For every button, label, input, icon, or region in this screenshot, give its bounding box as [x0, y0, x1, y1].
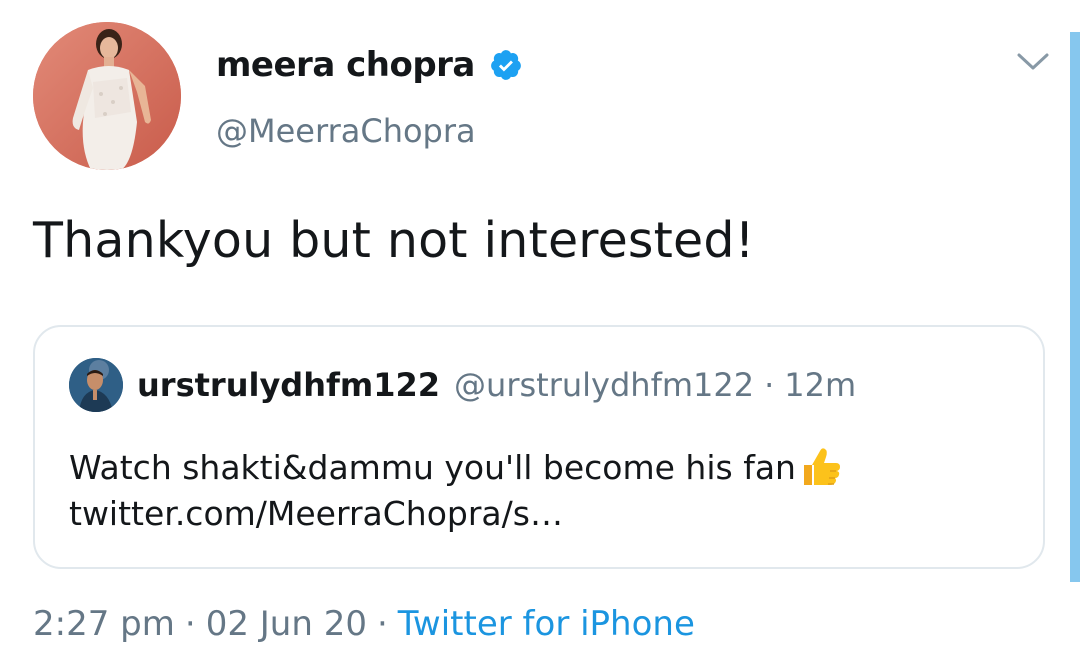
author-avatar-image	[33, 22, 181, 170]
quoted-tweet-header: urstrulydhfm122 @urstrulydhfm122 · 12m	[69, 357, 856, 413]
tweet-detail: meera chopra @MeerraChopra Thankyou but …	[0, 0, 1080, 658]
meta-separator: ·	[184, 604, 196, 644]
author-handle[interactable]: @MeerraChopra	[216, 112, 476, 150]
tweet-source-link[interactable]: Twitter for iPhone	[398, 604, 695, 644]
verified-badge-icon	[489, 48, 523, 82]
quoted-tweet-card[interactable]: urstrulydhfm122 @urstrulydhfm122 · 12m W…	[33, 325, 1045, 569]
author-name-row[interactable]: meera chopra	[216, 40, 523, 90]
quoted-tweet-body: Watch shakti&dammu you'll become his fan…	[69, 443, 844, 537]
tweet-text: Thankyou but not interested!	[33, 212, 755, 269]
quoted-tweet-text: Watch shakti&dammu you'll become his fan	[69, 448, 796, 487]
meta-separator: ·	[376, 604, 388, 644]
quoted-author-avatar-image	[69, 358, 123, 412]
tweet-meta: 2:27 pm · 02 Jun 20 · Twitter for iPhone	[33, 604, 695, 644]
quoted-tweet-link[interactable]: twitter.com/MeerraChopra/s…	[69, 491, 844, 537]
quoted-separator: ·	[764, 366, 775, 404]
quoted-timestamp[interactable]: 12m	[784, 366, 856, 404]
author-avatar[interactable]	[33, 22, 181, 170]
quoted-author-display-name[interactable]: urstrulydhfm122	[137, 366, 440, 404]
quoted-author-avatar[interactable]	[69, 358, 123, 412]
quoted-author-handle[interactable]: @urstrulydhfm122	[454, 366, 754, 404]
author-display-name[interactable]: meera chopra	[216, 45, 475, 85]
thumbs-up-icon	[798, 443, 844, 489]
tweet-date: 02 Jun 20	[205, 604, 367, 644]
scrollbar[interactable]	[1070, 32, 1080, 582]
tweet-time: 2:27 pm	[33, 604, 175, 644]
more-options-chevron-down-icon[interactable]	[1015, 48, 1051, 76]
